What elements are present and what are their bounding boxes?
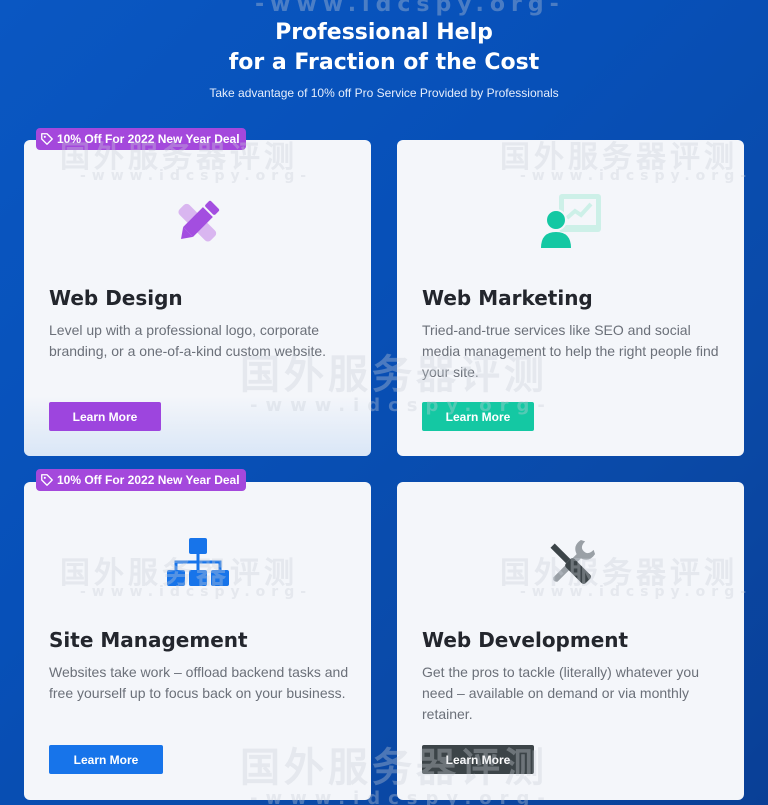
learn-more-button[interactable]: Learn More [49,745,163,774]
page-title: Professional Help for a Fraction of the … [0,18,768,78]
deal-badge-text: 10% Off For 2022 New Year Deal [57,473,240,487]
card-title: Web Design [49,286,183,310]
deal-badge-text: 10% Off For 2022 New Year Deal [57,132,240,146]
sitemap-icon [166,538,229,586]
learn-more-button[interactable]: Learn More [422,402,534,431]
learn-more-button[interactable]: Learn More [49,402,161,431]
card-description: Websites take work – offload backend tas… [49,664,349,701]
card-title: Site Management [49,628,248,652]
tag-icon [41,133,53,145]
learn-more-button[interactable]: Learn More [422,745,534,774]
service-card-site-management: Site Management Websites take work – off… [24,482,371,800]
card-title: Web Marketing [422,286,593,310]
card-title: Web Development [422,628,629,652]
card-description: Tried-and-true services like SEO and soc… [422,322,719,380]
service-card-web-development: Web Development Get the pros to tackle (… [397,482,744,800]
page-subtitle: Take advantage of 10% off Pro Service Pr… [209,86,559,100]
service-card-web-marketing: Web Marketing Tried-and-true services li… [397,140,744,456]
deal-badge: 10% Off For 2022 New Year Deal [36,469,246,491]
watermark-url: -www.idcspy.org- [255,0,565,17]
tag-icon [41,474,53,486]
person-presentation-chart-icon [540,194,601,248]
card-description: Get the pros to tackle (literally) whate… [422,664,700,722]
deal-badge: 10% Off For 2022 New Year Deal [36,128,246,150]
wrench-screwdriver-icon [549,539,595,584]
title-line-1: Professional Help [275,20,493,45]
card-description: Level up with a professional logo, corpo… [49,322,327,359]
service-card-web-design: Web Design Level up with a professional … [24,140,371,456]
pencil-ruler-icon [177,200,219,242]
title-line-2: for a Fraction of the Cost [228,50,540,75]
